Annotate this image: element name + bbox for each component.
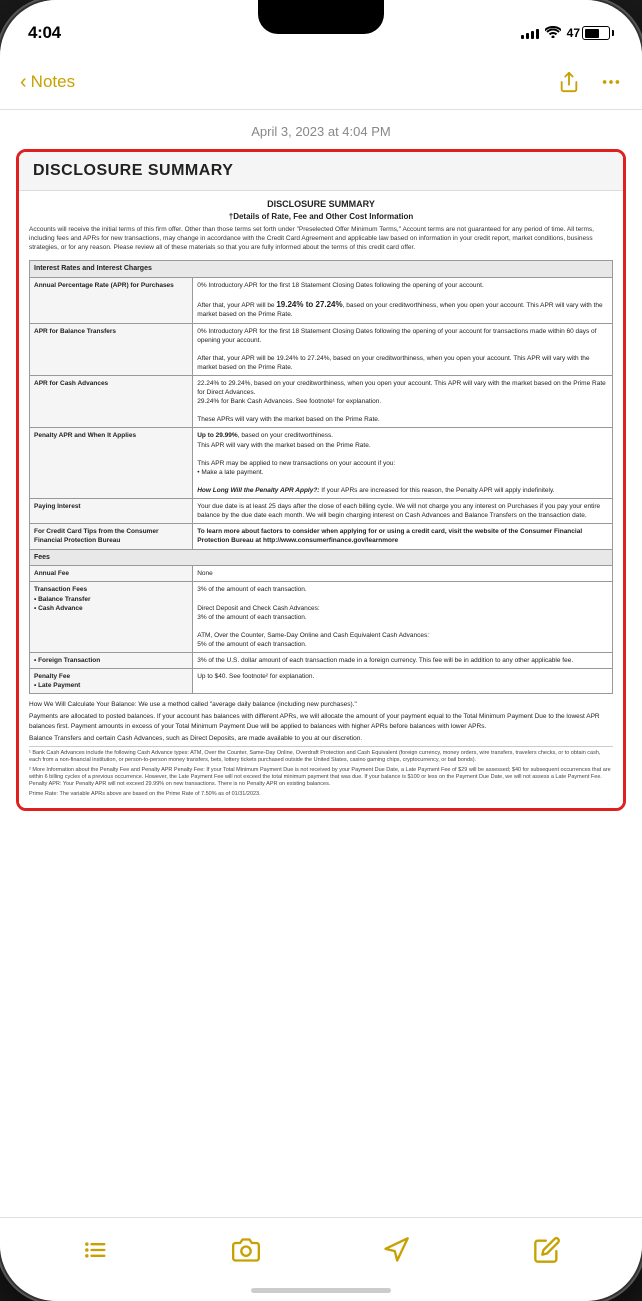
doc-intro: Accounts will receive the initial terms … (29, 225, 613, 252)
doc-main-title: DISCLOSURE SUMMARY (29, 199, 613, 209)
row-value-penalty-fee: Up to $40. See footnote² for explanation… (193, 669, 613, 694)
signal-bar-2 (526, 33, 529, 39)
back-label: Notes (31, 72, 75, 92)
disclosure-table: Interest Rates and Interest Charges Annu… (29, 260, 613, 694)
phone-frame: 4:04 47 (0, 0, 642, 1301)
compose-button[interactable] (525, 1228, 569, 1272)
document-title: DISCLOSURE SUMMARY (33, 162, 233, 179)
section-2-header: Fees (30, 549, 613, 566)
phone-screen: 4:04 47 (0, 0, 642, 1301)
row-value-foreign: 3% of the U.S. dollar amount of each tra… (193, 653, 613, 669)
penalty-fee-footnote: ² More Information about the Penalty Fee… (29, 767, 613, 789)
date-heading: April 3, 2023 at 4:04 PM (0, 110, 642, 149)
signal-bar-4 (536, 29, 539, 39)
document-container: DISCLOSURE SUMMARY DISCLOSURE SUMMARY †D… (16, 149, 626, 811)
row-value-penalty-apr: Up to 29.99%, based on your creditworthi… (193, 428, 613, 499)
nav-bar: ‹ Notes (0, 54, 642, 110)
row-value-apr-purchases: 0% Introductory APR for the first 18 Sta… (193, 278, 613, 323)
location-button[interactable] (374, 1228, 418, 1272)
more-button[interactable] (600, 71, 622, 93)
table-row: APR for Cash Advances 22.24% to 29.24%, … (30, 376, 613, 428)
camera-button[interactable] (224, 1228, 268, 1272)
notch (258, 0, 384, 34)
table-row: Penalty Fee• Late Payment Up to $40. See… (30, 669, 613, 694)
table-section-header-2: Fees (30, 549, 613, 566)
row-value-apr-cash: 22.24% to 29.24%, based on your creditwo… (193, 376, 613, 428)
table-row: Annual Fee None (30, 566, 613, 582)
row-label-apr-balance: APR for Balance Transfers (30, 323, 193, 375)
row-label-apr-purchases: Annual Percentage Rate (APR) for Purchas… (30, 278, 193, 323)
signal-bar-3 (531, 31, 534, 39)
table-row: For Credit Card Tips from the Consumer F… (30, 524, 613, 549)
row-label-foreign: • Foreign Transaction (30, 653, 193, 669)
status-right: 47 (521, 26, 614, 41)
battery-body (582, 26, 610, 40)
prime-rate-footnote: Prime Rate: The variable APRs above are … (29, 791, 613, 798)
table-row: APR for Balance Transfers 0% Introductor… (30, 323, 613, 375)
section-1-header: Interest Rates and Interest Charges (30, 261, 613, 278)
signal-bar-1 (521, 35, 524, 39)
table-row: Paying Interest Your due date is at leas… (30, 499, 613, 524)
row-label-penalty-apr: Penalty APR and When It Applies (30, 428, 193, 499)
battery-indicator: 47 (567, 26, 614, 40)
doc-footer: How We Will Calculate Your Balance: We u… (29, 700, 613, 742)
row-label-transaction-fees: Transaction Fees• Balance Transfer• Cash… (30, 582, 193, 653)
document-title-bar: DISCLOSURE SUMMARY (19, 152, 623, 191)
battery-percent: 47 (567, 26, 580, 40)
document-body: DISCLOSURE SUMMARY †Details of Rate, Fee… (19, 191, 623, 808)
table-row: • Foreign Transaction 3% of the U.S. dol… (30, 653, 613, 669)
cash-advance-footnote: ¹ Bank Cash Advances include the followi… (29, 750, 613, 765)
list-button[interactable] (73, 1228, 117, 1272)
content-area: DISCLOSURE SUMMARY DISCLOSURE SUMMARY †D… (0, 149, 642, 1217)
wifi-icon (545, 26, 561, 41)
signal-bars-icon (521, 27, 539, 39)
row-label-penalty-fee: Penalty Fee• Late Payment (30, 669, 193, 694)
chevron-left-icon: ‹ (20, 72, 27, 92)
balance-calc-text: How We Will Calculate Your Balance: We u… (29, 700, 613, 709)
balance-transfer-text: Balance Transfers and certain Cash Advan… (29, 734, 613, 743)
table-row: Penalty APR and When It Applies Up to 29… (30, 428, 613, 499)
doc-footnotes: ¹ Bank Cash Advances include the followi… (29, 746, 613, 799)
allocation-text: Payments are allocated to posted balance… (29, 712, 613, 730)
row-label-apr-cash: APR for Cash Advances (30, 376, 193, 428)
nav-actions (558, 71, 622, 93)
battery-tip (612, 30, 614, 36)
row-label-paying-interest: Paying Interest (30, 499, 193, 524)
back-button[interactable]: ‹ Notes (20, 72, 75, 92)
status-time: 4:04 (28, 23, 61, 43)
table-row: Annual Percentage Rate (APR) for Purchas… (30, 278, 613, 323)
row-label-cfpb: For Credit Card Tips from the Consumer F… (30, 524, 193, 549)
doc-subtitle: †Details of Rate, Fee and Other Cost Inf… (29, 212, 613, 221)
battery-fill (585, 29, 600, 38)
share-button[interactable] (558, 71, 580, 93)
row-value-transaction-fees: 3% of the amount of each transaction. Di… (193, 582, 613, 653)
row-value-cfpb: To learn more about factors to consider … (193, 524, 613, 549)
row-label-annual-fee: Annual Fee (30, 566, 193, 582)
row-value-annual-fee: None (193, 566, 613, 582)
home-indicator (251, 1288, 391, 1293)
table-row: Transaction Fees• Balance Transfer• Cash… (30, 582, 613, 653)
row-value-apr-balance: 0% Introductory APR for the first 18 Sta… (193, 323, 613, 375)
table-section-header-1: Interest Rates and Interest Charges (30, 261, 613, 278)
row-value-paying-interest: Your due date is at least 25 days after … (193, 499, 613, 524)
